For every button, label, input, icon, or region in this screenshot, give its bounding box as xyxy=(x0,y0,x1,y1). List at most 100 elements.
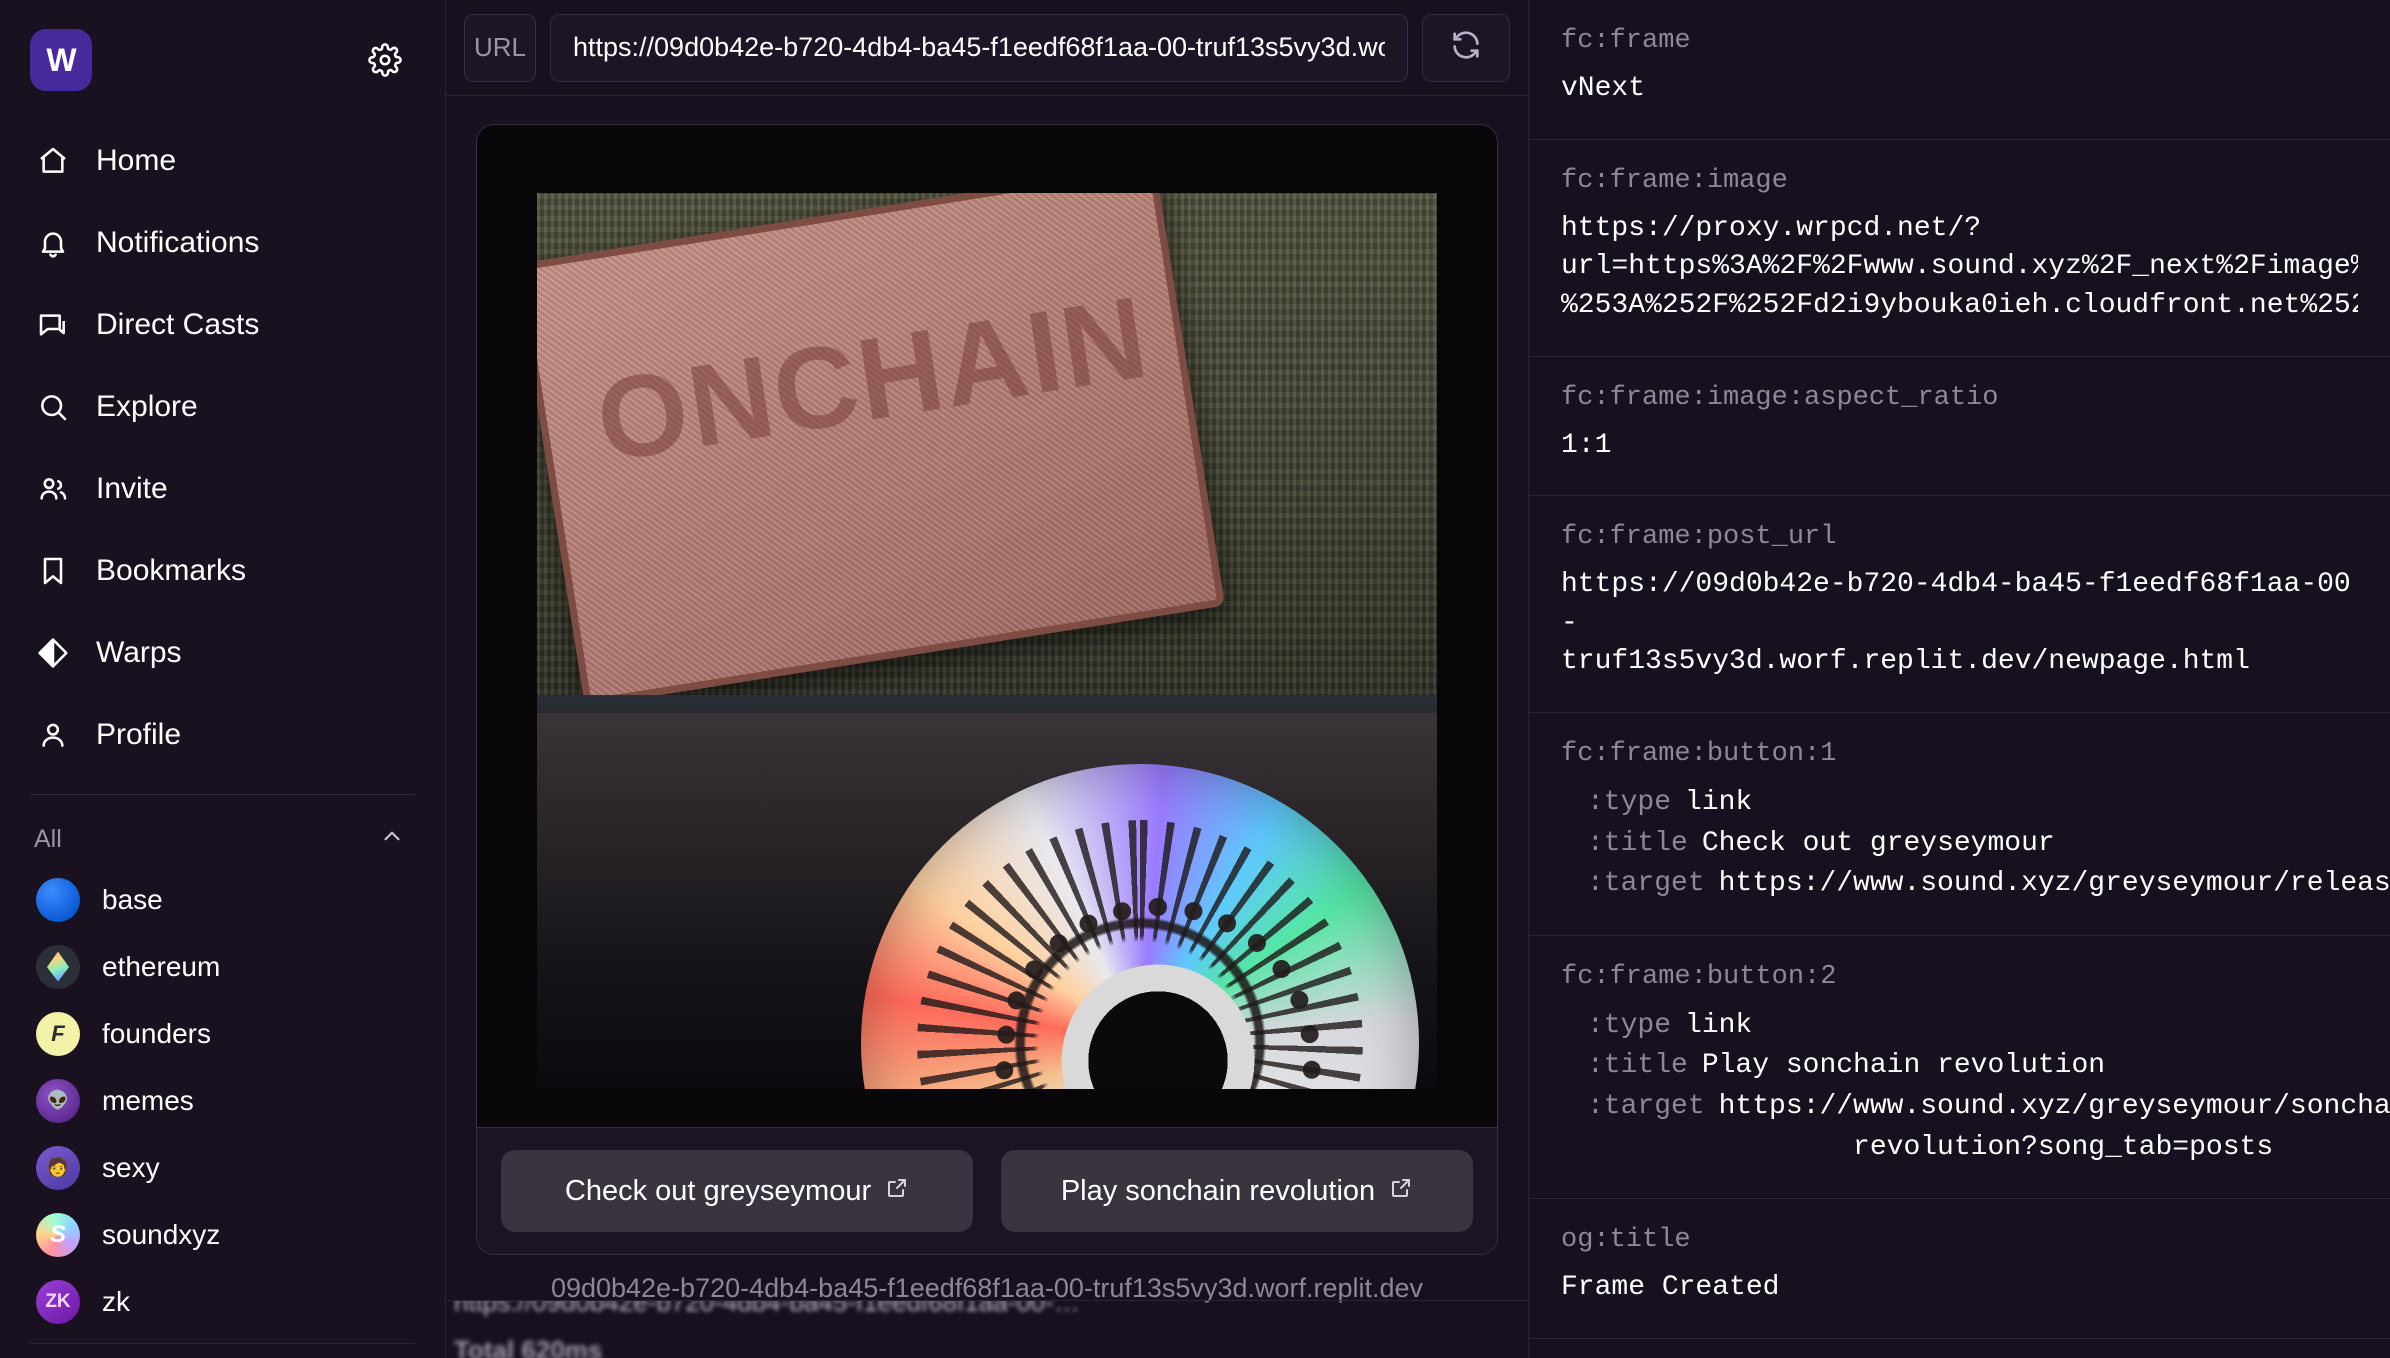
channel-item-ethereum[interactable]: ethereum xyxy=(0,933,445,1000)
sidebar-item-explore[interactable]: Explore xyxy=(0,366,445,448)
cd-lace-pattern xyxy=(916,819,1364,1089)
meta-subvalue: link xyxy=(1685,1009,1753,1041)
meta-row: og:image xyxy=(1529,1339,2390,1358)
meta-value: https://09d0b42e-b720-4db4-ba45-f1eedf68… xyxy=(1561,569,2351,678)
meta-row: fc:frame:image:aspect_ratio 1:1 xyxy=(1529,357,2390,497)
sidebar-item-label: Profile xyxy=(96,718,182,751)
meta-value: Frame Created xyxy=(1561,1272,1780,1304)
channel-group-header[interactable]: All xyxy=(0,795,445,866)
sidebar-item-notifications[interactable]: Notifications xyxy=(0,202,445,284)
meta-key: og:title xyxy=(1561,1225,1691,1256)
meta-subkey: :target xyxy=(1587,1090,1705,1122)
frame-button-2[interactable]: Play sonchain revolution xyxy=(1001,1150,1473,1232)
sidebar-header: W xyxy=(0,0,445,108)
sidebar-item-profile[interactable]: Profile xyxy=(0,694,445,776)
channel-item-sexy[interactable]: 🧑 sexy xyxy=(0,1134,445,1201)
meta-subvalue: Check out greyseymour xyxy=(1701,827,2055,859)
meta-row-button-2: fc:frame:button:2 :type link :title Play… xyxy=(1529,936,2390,1200)
meta-value: https://proxy.wrpcd.net/? url=https%3A%2… xyxy=(1561,212,2358,321)
meta-subrow: :type link xyxy=(1561,1006,2358,1047)
avatar: 👽 xyxy=(36,1078,80,1123)
channel-item-memes[interactable]: 👽 memes xyxy=(0,1067,445,1134)
sidebar-item-label: Notifications xyxy=(96,226,260,259)
meta-value: vNext xyxy=(1561,73,1646,104)
gear-icon[interactable] xyxy=(365,40,405,80)
chevron-up-icon[interactable] xyxy=(379,823,405,856)
channel-list: base ethereum F founders 👽 memes 🧑 sexy … xyxy=(0,866,445,1335)
meta-subvalue: https://www.sound.xyz/greyseymour/soncha… xyxy=(1718,1090,2390,1163)
channel-label: base xyxy=(102,883,163,915)
background-partial-url: https://09d0b42e-b720-4db4-ba45-f1eedf68… xyxy=(454,1300,1080,1317)
sidebar-item-home[interactable]: Home xyxy=(0,120,445,202)
metadata-panel: fc:frame vNext fc:frame:image https://pr… xyxy=(1529,0,2390,1358)
meta-subrow: :type link xyxy=(1561,783,2358,824)
channel-item-founders[interactable]: F founders xyxy=(0,1000,445,1067)
patch-word: ONCHAIN xyxy=(588,271,1158,487)
meta-row: fc:frame:image https://proxy.wrpcd.net/?… xyxy=(1529,140,2390,357)
meta-subkey: :title xyxy=(1587,1050,1688,1082)
channel-group-label: All xyxy=(34,825,62,853)
sidebar-nav: Home Notifications Direct Casts Explore xyxy=(0,108,445,776)
avatar: 🧑 xyxy=(36,1145,80,1190)
avatar: F xyxy=(36,1011,80,1056)
app-root: W Home Notifications Direct Casts Explor… xyxy=(0,0,2390,1358)
meta-row: og:title Frame Created xyxy=(1529,1199,2390,1339)
sidebar-item-label: Invite xyxy=(96,472,168,505)
app-logo[interactable]: W xyxy=(30,29,92,91)
avatar xyxy=(36,944,80,989)
meta-row-button-1: fc:frame:button:1 :type link :title Chec… xyxy=(1529,713,2390,936)
diamond-icon xyxy=(36,636,70,670)
avatar xyxy=(36,877,80,922)
avatar: ZK xyxy=(36,1279,80,1324)
users-icon xyxy=(36,472,70,506)
meta-key: fc:frame:button:1 xyxy=(1561,739,1837,769)
frame-card: ONCHAIN Check out greyseymour Play sonch… xyxy=(476,124,1498,1255)
frame-button-2-label: Play sonchain revolution xyxy=(1060,1174,1376,1207)
background-partial-total: Total 620ms xyxy=(454,1335,603,1358)
meta-subrow: :target https://www.sound.xyz/greyseymou… xyxy=(1561,864,2390,905)
meta-subrow: :title Play sonchain revolution xyxy=(1561,1046,2358,1087)
channel-label: memes xyxy=(102,1084,194,1116)
meta-subvalue: https://www.sound.xyz/greyseymour/releas… xyxy=(1718,868,2390,900)
sidebar-item-label: Explore xyxy=(96,390,198,423)
person-icon xyxy=(36,718,70,752)
meta-subkey: :type xyxy=(1587,787,1672,818)
frame-photo: ONCHAIN xyxy=(537,193,1437,1089)
meta-key: fc:frame:post_url xyxy=(1561,522,1837,553)
refresh-icon xyxy=(1449,28,1483,67)
channel-label: soundxyz xyxy=(102,1218,221,1250)
channel-item-soundxyz[interactable]: S soundxyz xyxy=(0,1201,445,1268)
sidebar-item-direct-casts[interactable]: Direct Casts xyxy=(0,284,445,366)
url-bar: URL xyxy=(446,0,1528,96)
meta-row: fc:frame:post_url https://09d0b42e-b720-… xyxy=(1529,496,2390,713)
frame-button-1[interactable]: Check out greyseymour xyxy=(501,1150,973,1232)
channel-item-zk[interactable]: ZK zk xyxy=(0,1268,445,1335)
channel-label: ethereum xyxy=(102,950,221,982)
meta-key: fc:frame:image:aspect_ratio xyxy=(1561,382,1999,413)
meta-subkey: :type xyxy=(1587,1009,1672,1041)
bookmark-icon xyxy=(36,554,70,588)
channel-label: zk xyxy=(102,1285,130,1317)
channel-label: sexy xyxy=(102,1151,160,1183)
url-label: URL xyxy=(464,13,536,82)
home-icon xyxy=(36,144,70,178)
sidebar-item-label: Bookmarks xyxy=(96,554,247,587)
background-partial-row: https://09d0b42e-b720-4db4-ba45-f1eedf68… xyxy=(446,1300,1528,1358)
meta-subvalue: link xyxy=(1685,787,1753,818)
url-input[interactable] xyxy=(550,13,1408,82)
sidebar-item-warps[interactable]: Warps xyxy=(0,612,445,694)
sidebar-item-invite[interactable]: Invite xyxy=(0,448,445,530)
sidebar-item-bookmarks[interactable]: Bookmarks xyxy=(0,530,445,612)
external-link-icon xyxy=(1389,1175,1413,1208)
frame-image: ONCHAIN xyxy=(477,125,1497,1127)
refresh-button[interactable] xyxy=(1422,13,1510,82)
sidebar: W Home Notifications Direct Casts Explor… xyxy=(0,0,446,1358)
meta-subrow: :target https://www.sound.xyz/greyseymou… xyxy=(1561,1087,2390,1168)
channel-item-base[interactable]: base xyxy=(0,866,445,933)
sidebar-item-label: Warps xyxy=(96,636,182,669)
frame-buttons: Check out greyseymour Play sonchain revo… xyxy=(477,1127,1497,1254)
sidebar-bottom-divider xyxy=(30,1343,415,1344)
meta-subkey: :title xyxy=(1587,827,1688,859)
meta-row: fc:frame vNext xyxy=(1529,0,2390,140)
meta-subrow: :title Check out greyseymour xyxy=(1561,824,2358,865)
